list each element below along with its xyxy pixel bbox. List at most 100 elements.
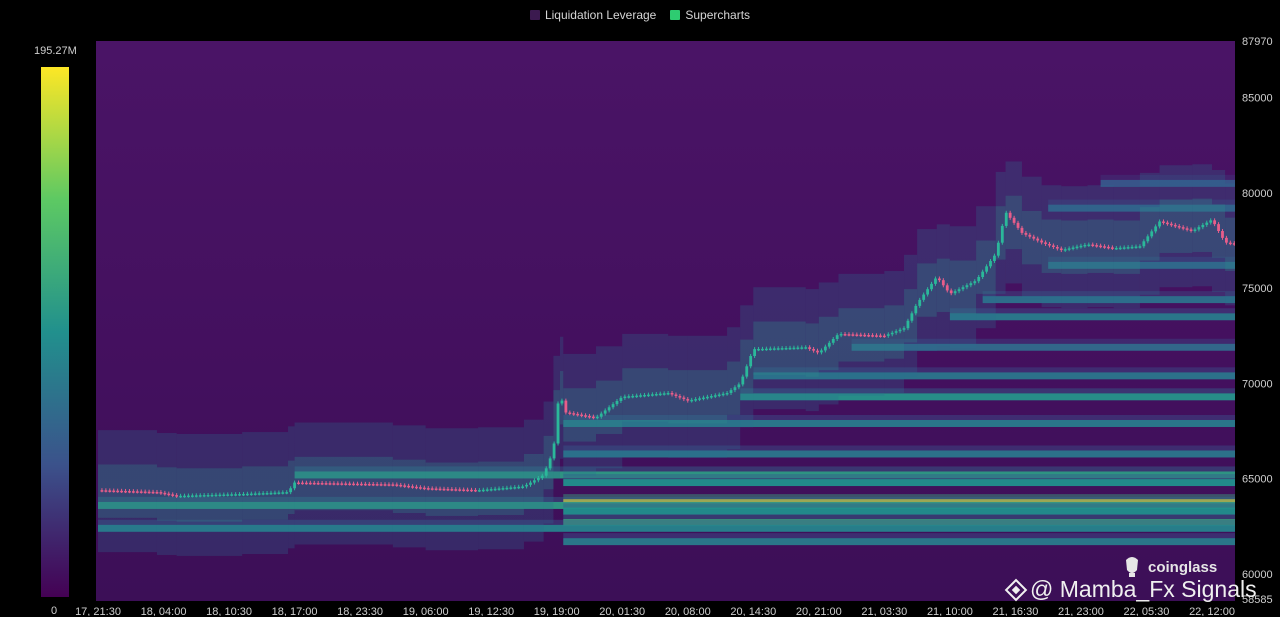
candle-body — [120, 490, 123, 493]
candle-body — [1268, 249, 1271, 251]
candle-body — [1107, 246, 1110, 249]
candle-body — [454, 489, 458, 491]
candle-body — [619, 397, 623, 401]
coinglass-watermark: coinglass — [1122, 556, 1217, 578]
candle-body — [879, 335, 882, 337]
candle-body — [340, 483, 344, 485]
candle-body — [639, 395, 642, 397]
candle-body — [706, 396, 709, 399]
x-tick-label: 20, 08:00 — [665, 606, 711, 616]
candle-body — [548, 458, 552, 469]
candle-body — [741, 376, 745, 385]
x-tick-label: 21, 23:00 — [1058, 606, 1104, 616]
candle-body — [588, 415, 591, 418]
candle-body — [139, 491, 143, 493]
candle-body — [242, 493, 245, 496]
candle-body — [902, 328, 906, 330]
candle-body — [1272, 250, 1275, 252]
candle-body — [635, 395, 639, 398]
candle-body — [816, 350, 819, 353]
candle-body — [1173, 224, 1177, 227]
candle-body — [906, 320, 910, 329]
candle-body — [1067, 248, 1071, 250]
candle-body — [277, 492, 281, 494]
candle-body — [265, 492, 269, 495]
candle-body — [1201, 224, 1205, 228]
candle-body — [1260, 248, 1263, 250]
candle-body — [694, 399, 698, 401]
candle-body — [1256, 247, 1259, 249]
candle-body — [914, 305, 918, 314]
x-tick-label: 20, 14:30 — [730, 606, 776, 616]
candle-body — [230, 494, 234, 496]
candle-body — [533, 480, 536, 483]
candle-body — [1048, 243, 1051, 246]
candle-body — [179, 495, 182, 498]
liquidation-cloud-core — [543, 435, 554, 490]
candle-body — [383, 484, 387, 486]
candle-body — [753, 349, 757, 357]
liquidation-heatmap-chart[interactable]: 6000065000700007500080000850008797058585… — [0, 0, 1280, 616]
candle-body — [957, 289, 961, 292]
candle-body — [269, 492, 273, 495]
candle-body — [650, 394, 654, 396]
candle-body — [776, 348, 780, 350]
candle-body — [662, 393, 666, 395]
x-tick-label: 20, 01:30 — [599, 606, 645, 616]
candle-body — [1091, 244, 1095, 247]
candle-body — [717, 394, 721, 397]
candle-body — [206, 494, 210, 497]
candle-body — [599, 413, 603, 417]
candle-body — [945, 285, 949, 291]
candle-body — [1142, 241, 1146, 247]
candle-body — [112, 490, 116, 493]
candle-body — [749, 356, 753, 367]
liquidation-cloud-core — [156, 467, 177, 521]
candle-body — [426, 488, 430, 490]
candle-body — [1225, 237, 1228, 243]
x-tick-label: 18, 10:30 — [206, 606, 252, 616]
candle-body — [1059, 248, 1063, 251]
candle-body — [159, 492, 163, 494]
x-tick-label: 22, 12:00 — [1189, 606, 1235, 616]
candle-body — [1228, 242, 1232, 245]
candle-body — [387, 484, 391, 486]
candle-body — [171, 494, 175, 496]
candle-body — [737, 384, 741, 388]
candle-body — [1063, 249, 1067, 251]
candle-body — [301, 482, 304, 485]
candle-body — [536, 477, 540, 481]
candle-body — [1126, 247, 1130, 249]
candle-body — [190, 495, 194, 497]
candle-body — [1213, 220, 1217, 225]
candle-body — [1134, 246, 1138, 249]
candle-body — [647, 394, 650, 397]
candle-body — [580, 414, 584, 417]
candle-body — [128, 491, 131, 493]
candle-body — [124, 490, 127, 493]
candle-body — [1083, 244, 1087, 247]
candle-body — [489, 489, 493, 491]
x-tick-label: 21, 03:30 — [861, 606, 907, 616]
candle-body — [332, 483, 336, 485]
candle-body — [623, 396, 627, 399]
candle-body — [584, 415, 587, 417]
coinglass-brand-text: coinglass — [1148, 558, 1218, 576]
candle-body — [100, 490, 104, 492]
candle-body — [1110, 247, 1114, 249]
candle-body — [843, 334, 847, 336]
candle-body — [851, 334, 855, 336]
liquidation-cloud-core — [1225, 217, 1235, 272]
candle-body — [1264, 249, 1267, 251]
candle-body — [926, 289, 930, 295]
candle-body — [615, 400, 619, 405]
candle-body — [108, 490, 112, 492]
candle-body — [304, 482, 308, 485]
candle-body — [175, 495, 179, 497]
candle-body — [1130, 246, 1134, 249]
y-tick-label: 75000 — [1242, 283, 1273, 295]
candle-body — [1166, 222, 1169, 225]
candle-body — [238, 494, 241, 496]
candle-body — [367, 483, 371, 486]
candle-body — [772, 348, 776, 350]
